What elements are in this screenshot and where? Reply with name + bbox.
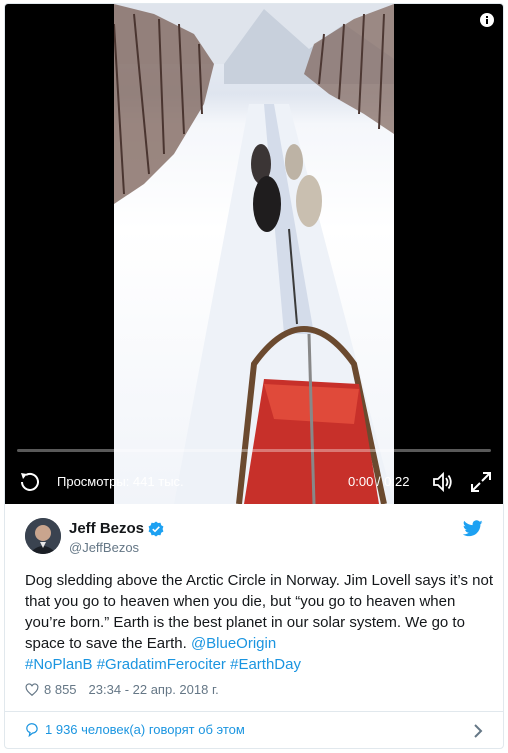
avatar-image [25,518,61,554]
conversation-count: 1 936 человек(а) говорят об этом [45,722,245,737]
video-controls: Просмотры: 441 тыс. 0:00 / 0:22 [5,464,503,500]
conversation-link[interactable]: 1 936 человек(а) говорят об этом [25,722,245,737]
volume-icon[interactable] [431,470,455,494]
video-still [114,4,394,504]
video-frame[interactable] [114,4,394,504]
fullscreen-icon[interactable] [469,470,493,494]
display-name[interactable]: Jeff Bezos [69,520,144,537]
video-progress-bar[interactable] [17,449,491,452]
tweet-card: Просмотры: 441 тыс. 0:00 / 0:22 Jeff Bez… [4,3,504,749]
verified-badge-icon [148,521,164,536]
hashtag-link[interactable]: #EarthDay [230,656,301,673]
tweet-text: Dog sledding above the Arctic Circle in … [25,570,495,675]
handle[interactable]: @JeffBezos [69,540,139,555]
heart-icon[interactable] [25,682,39,697]
twitter-bird-icon[interactable] [463,520,483,537]
hashtag-link[interactable]: #NoPlanB [25,656,93,673]
info-icon-glyph [480,13,494,27]
avatar[interactable] [25,518,61,554]
comment-bubble-icon [26,722,38,737]
view-count: Просмотры: 441 тыс. [57,474,184,489]
video-player[interactable]: Просмотры: 441 тыс. 0:00 / 0:22 [5,4,503,504]
tweet-meta: 8 855 23:34 - 22 апр. 2018 г. [25,682,219,697]
chevron-right-icon[interactable] [473,724,483,738]
hashtag-link[interactable]: #GradatimFerociter [97,656,226,673]
mention-link[interactable]: @BlueOrigin [191,635,276,652]
video-time: 0:00 / 0:22 [348,474,410,489]
divider [5,711,503,712]
author-name-row[interactable]: Jeff Bezos [69,520,164,537]
replay-icon[interactable] [17,469,43,495]
like-count[interactable]: 8 855 [44,682,77,697]
info-icon[interactable] [479,12,495,28]
tweet-timestamp[interactable]: 23:34 - 22 апр. 2018 г. [89,682,219,697]
